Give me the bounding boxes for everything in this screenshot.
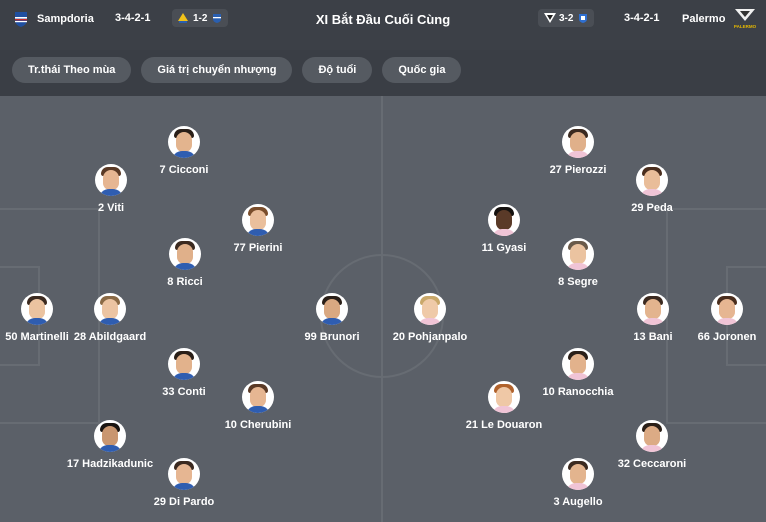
- home-player[interactable]: 8 Ricci: [130, 238, 240, 289]
- player-avatar: [242, 204, 274, 236]
- away-last-score[interactable]: 3-2: [538, 9, 595, 27]
- player-avatar: [168, 458, 200, 490]
- away-player[interactable]: 8 Segre: [523, 238, 633, 289]
- away-team-name: Palermo: [682, 13, 726, 25]
- player-label: 99 Brunori: [304, 331, 360, 343]
- home-player[interactable]: 29 Di Pardo: [129, 458, 239, 509]
- player-label: 20 Pohjanpalo: [392, 331, 468, 343]
- player-avatar: [562, 126, 594, 158]
- player-avatar: [562, 458, 594, 490]
- player-label: 10 Cherubini: [224, 419, 292, 431]
- away-player[interactable]: 3 Augello: [523, 458, 633, 509]
- opponent-logo-icon: [578, 13, 588, 23]
- player-label: 3 Augello: [553, 496, 603, 508]
- player-avatar: [711, 293, 743, 325]
- away-player[interactable]: 66 Joronen: [672, 293, 766, 344]
- match-header: Sampdoria 3-4-2-1 1-2 XI Bắt Đầu Cuối Cù…: [0, 0, 766, 50]
- player-avatar: [95, 164, 127, 196]
- player-avatar: [488, 204, 520, 236]
- away-player[interactable]: 20 Pohjanpalo: [375, 293, 485, 344]
- tab-nationality[interactable]: Quốc gia: [382, 57, 462, 83]
- player-avatar: [636, 420, 668, 452]
- home-player[interactable]: 2 Viti: [56, 164, 166, 215]
- player-avatar: [94, 420, 126, 452]
- away-last-score-value: 3-2: [559, 12, 574, 24]
- player-avatar: [637, 293, 669, 325]
- player-avatar: [168, 126, 200, 158]
- player-avatar: [168, 348, 200, 380]
- player-label: 8 Segre: [558, 276, 598, 288]
- tab-transfer-value[interactable]: Giá trị chuyển nhượng: [141, 57, 293, 83]
- player-avatar: [94, 293, 126, 325]
- player-avatar: [562, 238, 594, 270]
- stat-tabs: Tr.thái Theo mùa Giá trị chuyển nhượng Đ…: [12, 57, 462, 83]
- player-avatar: [169, 238, 201, 270]
- tab-season-status[interactable]: Tr.thái Theo mùa: [12, 57, 132, 83]
- pitch: 7 Cicconi 2 Viti 77 Pierini 8 Ricci 50 M…: [0, 96, 766, 522]
- player-label: 8 Ricci: [167, 276, 203, 288]
- player-label: 2 Viti: [97, 202, 125, 214]
- away-formation: 3-4-2-1: [624, 12, 660, 24]
- player-avatar: [21, 293, 53, 325]
- away-team[interactable]: Palermo PALERMO: [682, 8, 757, 30]
- home-player[interactable]: 99 Brunori: [277, 293, 387, 344]
- player-label: 28 Abildgaard: [73, 331, 147, 343]
- player-label: 29 Di Pardo: [153, 496, 215, 508]
- tab-age[interactable]: Độ tuổi: [302, 57, 373, 83]
- svg-text:PALERMO: PALERMO: [734, 24, 757, 29]
- palermo-crest-icon: PALERMO: [733, 8, 757, 30]
- palermo-mini-icon: [544, 13, 556, 23]
- player-avatar: [488, 381, 520, 413]
- player-avatar: [242, 381, 274, 413]
- player-avatar: [636, 164, 668, 196]
- player-avatar: [562, 348, 594, 380]
- player-label: 21 Le Douaron: [465, 419, 543, 431]
- player-avatar: [316, 293, 348, 325]
- player-label: 66 Joronen: [697, 331, 757, 343]
- away-player[interactable]: 21 Le Douaron: [449, 381, 559, 432]
- away-player[interactable]: 29 Peda: [597, 164, 707, 215]
- home-player[interactable]: 10 Cherubini: [203, 381, 313, 432]
- home-player[interactable]: 28 Abildgaard: [55, 293, 165, 344]
- player-label: 29 Peda: [631, 202, 673, 214]
- player-avatar: [414, 293, 446, 325]
